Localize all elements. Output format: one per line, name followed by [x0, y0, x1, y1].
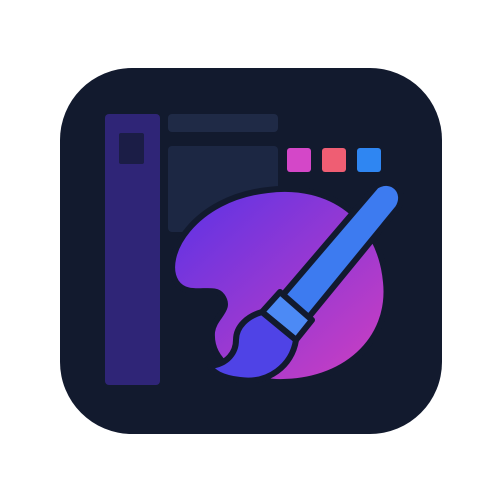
paint-app-icon: [60, 68, 442, 434]
color-swatch-red: [322, 148, 346, 172]
color-swatch-pink: [287, 148, 311, 172]
window-sidebar-block: [119, 133, 144, 164]
color-swatch-blue: [357, 148, 381, 172]
app-icon-stage: [0, 0, 500, 500]
window-title-bar: [168, 114, 278, 132]
